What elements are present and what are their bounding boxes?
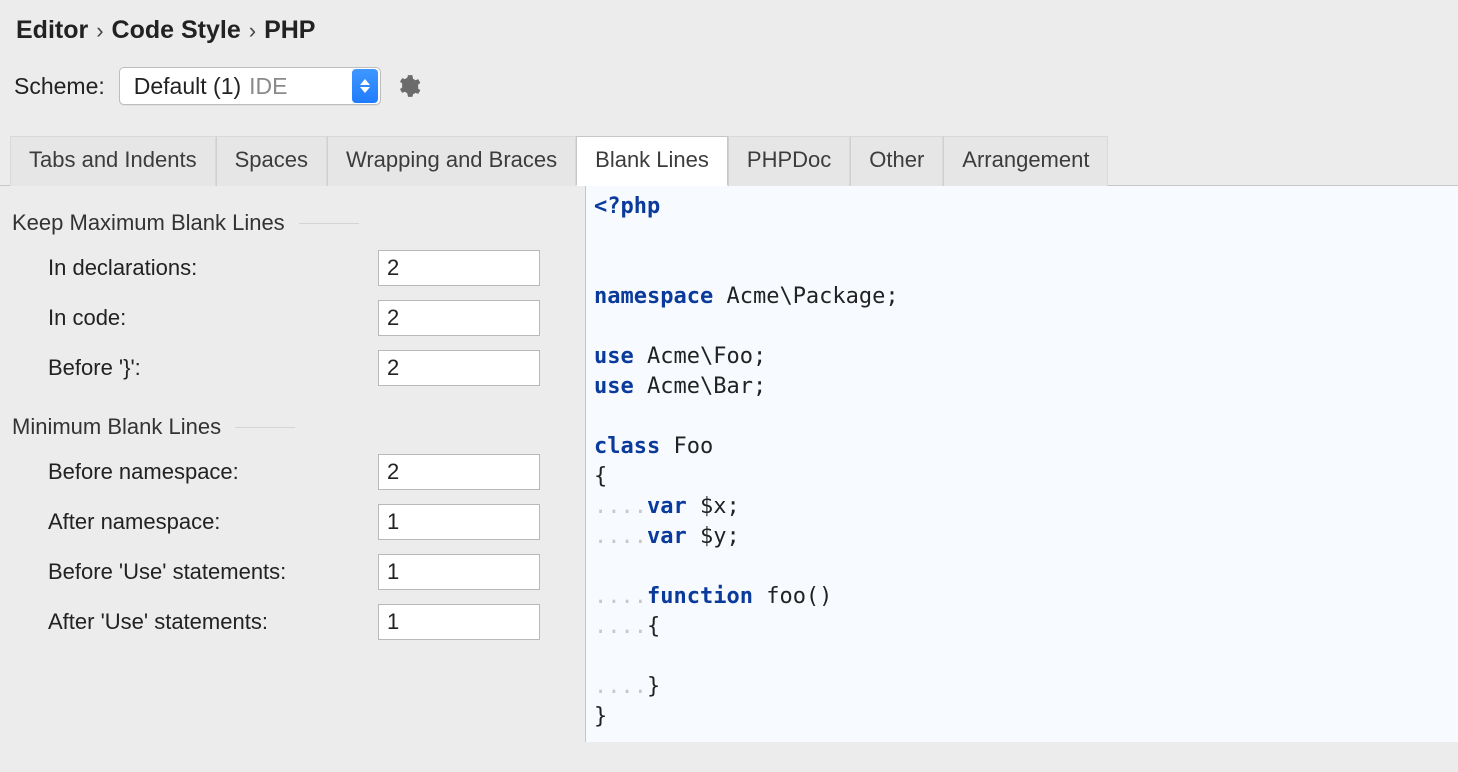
scheme-scope-tag: IDE [249, 73, 287, 100]
group-min-label: Minimum Blank Lines [12, 414, 221, 440]
input-after-use[interactable] [378, 604, 540, 640]
breadcrumb-editor: Editor [16, 16, 88, 45]
kw-use: use [594, 344, 634, 369]
code-ns: Acme\Package; [713, 284, 898, 309]
input-before-namespace[interactable] [378, 454, 540, 490]
input-in-code[interactable] [378, 300, 540, 336]
kw-use: use [594, 374, 634, 399]
kw-function: function [647, 584, 753, 609]
code-fnclose: } [647, 674, 660, 699]
tab-arrangement[interactable]: Arrangement [943, 136, 1108, 186]
code-varx: $x; [687, 494, 740, 519]
label-before-namespace: Before namespace: [48, 459, 378, 485]
group-min-title: Minimum Blank Lines [12, 414, 567, 440]
code-classname: Foo [660, 434, 713, 459]
indent-dots: .... [594, 584, 647, 609]
divider [235, 427, 295, 428]
code-closebrace: } [594, 704, 607, 729]
indent-dots: .... [594, 524, 647, 549]
code-preview: <?php namespace Acme\Package; use Acme\F… [586, 186, 1458, 742]
tab-phpdoc[interactable]: PHPDoc [728, 136, 850, 186]
label-after-namespace: After namespace: [48, 509, 378, 535]
settings-panel: Keep Maximum Blank Lines In declarations… [0, 186, 586, 742]
divider [299, 223, 359, 224]
tabs: Tabs and Indents Spaces Wrapping and Bra… [0, 135, 1458, 186]
group-keep-max-label: Keep Maximum Blank Lines [12, 210, 285, 236]
breadcrumb-sep: › [249, 18, 256, 44]
code-fnsig: foo() [753, 584, 832, 609]
code-vary: $y; [687, 524, 740, 549]
tab-wrapping-and-braces[interactable]: Wrapping and Braces [327, 136, 576, 186]
scheme-value: Default (1) [134, 73, 241, 100]
input-in-declarations[interactable] [378, 250, 540, 286]
scheme-label: Scheme: [14, 73, 105, 100]
kw-class: class [594, 434, 660, 459]
input-before-use[interactable] [378, 554, 540, 590]
tab-blank-lines[interactable]: Blank Lines [576, 136, 728, 186]
group-keep-max-title: Keep Maximum Blank Lines [12, 210, 567, 236]
indent-dots: .... [594, 614, 647, 639]
code-php-open: <?php [594, 194, 660, 219]
kw-namespace: namespace [594, 284, 713, 309]
kw-var: var [647, 524, 687, 549]
scheme-select[interactable]: Default (1) IDE [119, 67, 381, 105]
gear-icon[interactable] [395, 73, 421, 99]
breadcrumb-codestyle: Code Style [112, 16, 241, 45]
tab-tabs-and-indents[interactable]: Tabs and Indents [10, 136, 216, 186]
input-before-brace[interactable] [378, 350, 540, 386]
label-before-brace: Before '}': [48, 355, 378, 381]
code-openbrace: { [594, 464, 607, 489]
label-in-declarations: In declarations: [48, 255, 378, 281]
kw-var: var [647, 494, 687, 519]
tab-other[interactable]: Other [850, 136, 943, 186]
label-after-use: After 'Use' statements: [48, 609, 378, 635]
label-in-code: In code: [48, 305, 378, 331]
breadcrumb-sep: › [96, 18, 103, 44]
code-use2: Acme\Bar; [634, 374, 766, 399]
label-before-use: Before 'Use' statements: [48, 559, 378, 585]
code-fnopen: { [647, 614, 660, 639]
breadcrumb-php: PHP [264, 16, 315, 45]
input-after-namespace[interactable] [378, 504, 540, 540]
updown-icon [352, 69, 378, 103]
code-use1: Acme\Foo; [634, 344, 766, 369]
indent-dots: .... [594, 674, 647, 699]
tab-spaces[interactable]: Spaces [216, 136, 327, 186]
breadcrumb: Editor › Code Style › PHP [0, 0, 1458, 55]
indent-dots: .... [594, 494, 647, 519]
